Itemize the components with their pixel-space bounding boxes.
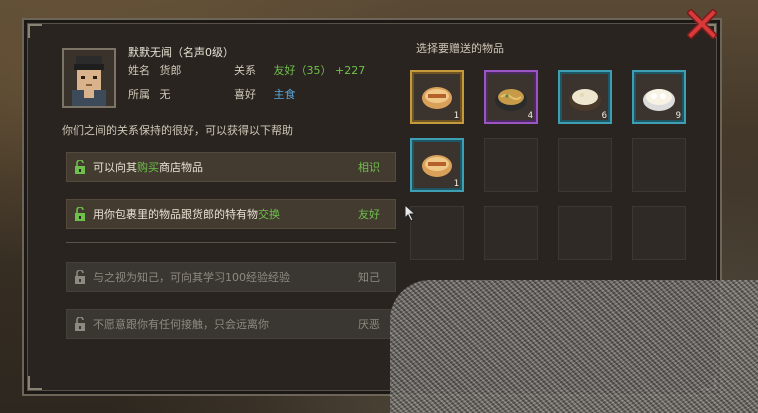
item-count: 1 — [453, 111, 459, 121]
empty-slot[interactable] — [484, 206, 538, 260]
mouse-cursor-icon — [404, 204, 417, 222]
rice-bowl-icon — [569, 89, 601, 111]
unlocked-icon — [67, 160, 93, 174]
perk-text: 与之视为知己，可向其学习100经验经验 — [93, 271, 290, 284]
item-count: 9 — [675, 111, 681, 121]
gift-slot-rice[interactable]: 6 — [558, 70, 612, 124]
perk-highlight: 购买 — [137, 161, 159, 174]
relation-value: 友好（35） — [273, 64, 332, 77]
gift-slot-noodles[interactable]: 4 — [484, 70, 538, 124]
perk-confidant: 与之视为知己，可向其学习100经验经验 知己 — [66, 262, 396, 292]
perk-highlight: 交换 — [258, 208, 280, 221]
empty-slot[interactable] — [632, 138, 686, 192]
empty-slot[interactable] — [558, 206, 612, 260]
panel-corner — [28, 376, 42, 390]
close-button[interactable] — [684, 6, 720, 42]
lock-icon — [67, 317, 93, 331]
dumpling-bowl-icon — [643, 89, 675, 111]
perk-tag: 知己 — [358, 271, 380, 284]
gift-grid: 1 4 6 9 1 — [410, 70, 686, 260]
burrito-icon — [422, 87, 452, 109]
gift-slot-burrito[interactable]: 1 — [410, 70, 464, 124]
panel-corner — [28, 24, 42, 38]
empty-slot[interactable] — [632, 206, 686, 260]
noise-overlay — [390, 280, 758, 413]
item-count: 4 — [527, 111, 533, 121]
perk-text: 用你包裹里的物品跟货郎的特有物 — [93, 208, 258, 221]
gift-slot-burrito-2[interactable]: 1 — [410, 138, 464, 192]
preference-label: 喜好 — [234, 88, 256, 101]
relation-label: 关系 — [234, 64, 256, 77]
empty-slot[interactable] — [558, 138, 612, 192]
npc-portrait — [62, 48, 116, 108]
perk-text: 不愿意跟你有任何接触，只会远离你 — [93, 318, 269, 331]
affiliation-label: 所属 — [128, 88, 150, 101]
relation-delta: +227 — [335, 64, 366, 77]
help-description: 你们之间的关系保持的很好，可以获得以下帮助 — [62, 124, 293, 137]
surname-label: 姓名 — [128, 64, 150, 77]
affiliation-value: 无 — [159, 88, 171, 101]
item-count: 1 — [453, 179, 459, 189]
perk-tag: 厌恶 — [358, 318, 380, 331]
preference-value: 主食 — [273, 88, 296, 101]
item-count: 6 — [601, 111, 607, 121]
perk-text: 可以向其 — [93, 161, 137, 174]
npc-name: 默默无闻（名声0级） — [128, 46, 234, 59]
empty-slot[interactable] — [484, 138, 538, 192]
perk-hostile: 不愿意跟你有任何接触，只会远离你 厌恶 — [66, 309, 396, 339]
surname-value: 货郎 — [159, 64, 182, 77]
perk-tag: 友好 — [358, 208, 380, 221]
gift-slot-dumplings[interactable]: 9 — [632, 70, 686, 124]
close-icon — [687, 9, 717, 39]
perk-tag: 相识 — [358, 161, 380, 174]
perk-text-end: 商店物品 — [159, 161, 203, 174]
unlocked-icon — [67, 207, 93, 221]
perk-buy[interactable]: 可以向其购买商店物品 相识 — [66, 152, 396, 182]
noodle-bowl-icon — [495, 89, 527, 111]
gift-title: 选择要赠送的物品 — [416, 42, 504, 55]
divider — [66, 242, 396, 243]
portrait-icon — [64, 50, 114, 106]
empty-slot[interactable] — [410, 206, 464, 260]
burrito-icon — [422, 155, 452, 177]
perk-trade[interactable]: 用你包裹里的物品跟货郎的特有物交换 友好 — [66, 199, 396, 229]
lock-icon — [67, 270, 93, 284]
